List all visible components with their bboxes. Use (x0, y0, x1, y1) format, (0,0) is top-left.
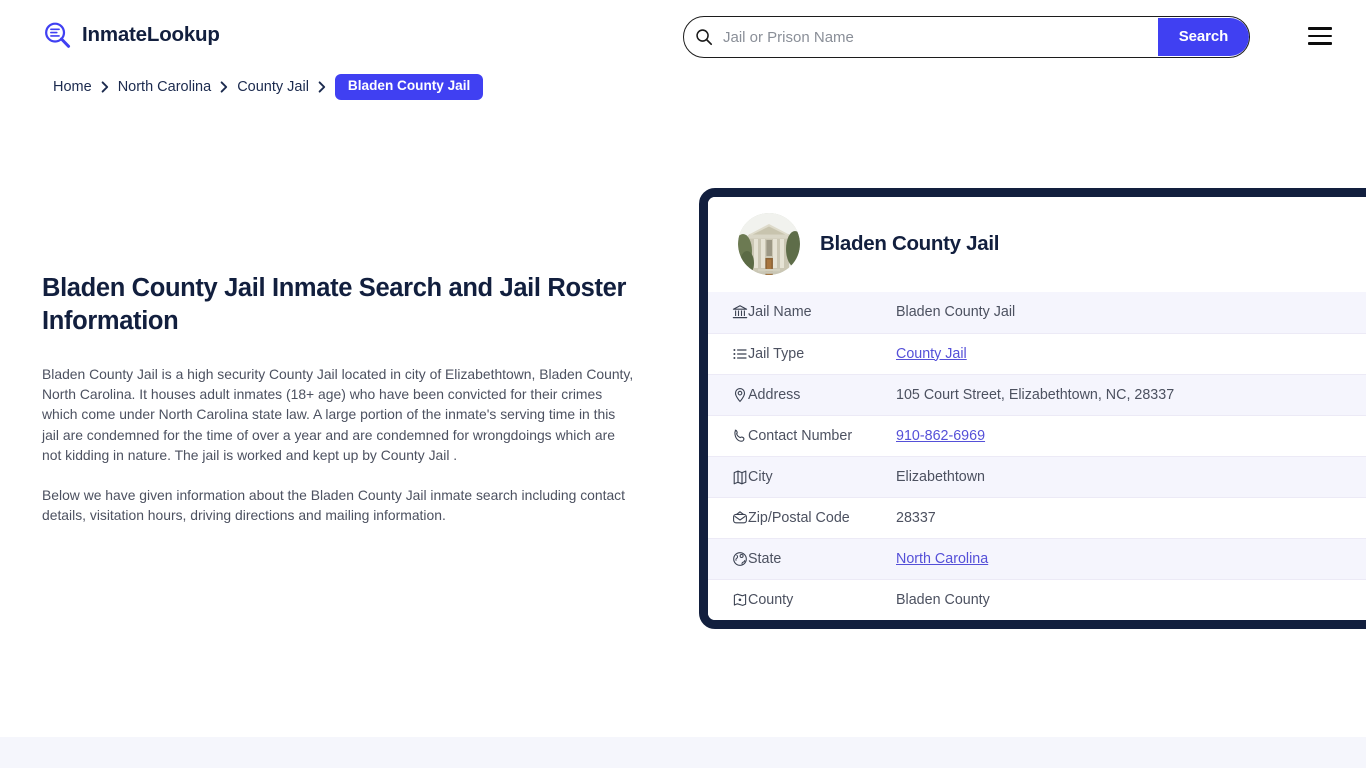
jail-type-link[interactable]: County Jail (896, 346, 967, 362)
map-pin-icon (708, 374, 748, 415)
phone-icon (708, 415, 748, 456)
row-value: Bladen County Jail (896, 304, 1016, 321)
map-icon (708, 456, 748, 497)
footer-strip (0, 737, 1366, 768)
row-value: Elizabethtown (896, 468, 986, 485)
search-bar[interactable]: Search (683, 16, 1250, 58)
row-label: Address (748, 386, 801, 403)
contact-number-link[interactable]: 910-862-6969 (896, 428, 985, 444)
state-link[interactable]: North Carolina (896, 551, 988, 567)
brand-name: InmateLookup (82, 23, 220, 47)
bank-icon (708, 292, 748, 333)
region-icon (708, 579, 748, 620)
row-value: 28337 (896, 509, 936, 526)
breadcrumb-item-north-carolina[interactable]: North Carolina (118, 79, 212, 95)
main-content: Bladen County Jail Inmate Search and Jai… (42, 272, 642, 525)
row-label: Jail Type (748, 345, 805, 362)
chevron-right-icon (220, 81, 228, 93)
table-row: Jail Type County Jail (708, 333, 1366, 374)
hamburger-bar-1 (1308, 27, 1332, 30)
jail-info-card-title: Bladen County Jail (820, 232, 1000, 255)
row-label: County (748, 591, 794, 608)
table-row: Address 105 Court Street, Elizabethtown,… (708, 374, 1366, 415)
row-value: 105 Court Street, Elizabethtown, NC, 283… (896, 386, 1175, 403)
page-title: Bladen County Jail Inmate Search and Jai… (42, 274, 627, 335)
search-list-logo-icon (42, 20, 73, 51)
page-root: InmateLookup Search Home North Car (0, 0, 1366, 768)
secondary-paragraph: Below we have given information about th… (42, 487, 625, 524)
table-row: City Elizabethtown (708, 456, 1366, 497)
breadcrumb-current-page: Bladen County Jail (334, 74, 484, 100)
table-row: County Bladen County (708, 579, 1366, 620)
hamburger-bar-3 (1308, 42, 1332, 45)
table-row: State North Carolina (708, 538, 1366, 579)
courthouse-building-photo (738, 213, 800, 275)
row-label: Zip/Postal Code (748, 509, 850, 526)
row-value-link[interactable]: County Jail (896, 333, 1366, 374)
row-value: Bladen County (896, 591, 990, 608)
chevron-right-icon (318, 81, 326, 93)
jail-details-table: Jail Name Bladen County Jail Jail Type C… (708, 292, 1366, 620)
envelope-icon (708, 497, 748, 538)
jail-info-card: Bladen County Jail Jail Name Bladen Coun… (699, 188, 1366, 629)
row-label: State (748, 550, 782, 567)
search-input[interactable] (713, 17, 1158, 57)
row-label: Jail Name (748, 304, 812, 321)
table-row: Contact Number 910-862-6969 (708, 415, 1366, 456)
chevron-right-icon (101, 81, 109, 93)
breadcrumb-item-home[interactable]: Home (53, 79, 92, 95)
brand-logo-link[interactable]: InmateLookup (42, 20, 220, 51)
site-header: InmateLookup Search (0, 0, 1366, 72)
search-icon (695, 28, 713, 46)
jail-info-card-header: Bladen County Jail (708, 197, 1366, 292)
hamburger-menu-icon[interactable] (1308, 27, 1332, 45)
breadcrumb-item-county-jail[interactable]: County Jail (237, 79, 309, 95)
row-value-link[interactable]: 910-862-6969 (896, 415, 1366, 456)
table-row: Jail Name Bladen County Jail (708, 292, 1366, 333)
breadcrumb: Home North Carolina County Jail Bladen C… (53, 74, 484, 100)
globe-icon (708, 538, 748, 579)
list-icon (708, 333, 748, 374)
row-label: Contact Number (748, 427, 853, 444)
table-row: Zip/Postal Code 28337 (708, 497, 1366, 538)
row-label: City (748, 468, 773, 485)
intro-paragraph: Bladen County Jail is a high security Co… (42, 366, 634, 463)
search-button[interactable]: Search (1158, 17, 1249, 57)
row-value-link[interactable]: North Carolina (896, 538, 1366, 579)
hamburger-bar-2 (1308, 34, 1332, 38)
